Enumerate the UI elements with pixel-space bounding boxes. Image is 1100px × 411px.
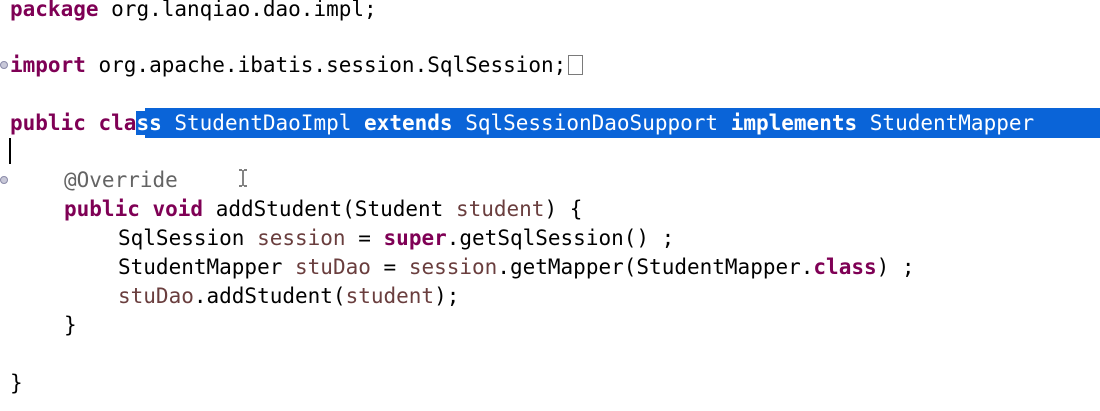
method-name: addStudent(Student xyxy=(203,197,456,221)
keyword-import: import xyxy=(10,53,86,77)
collapsed-imports-icon[interactable] xyxy=(568,55,584,75)
variable-session-ref: session xyxy=(408,255,498,279)
keyword-class: class xyxy=(813,255,877,279)
code-line-method-signature[interactable]: public void addStudent(Student student) … xyxy=(64,195,582,223)
text-caret xyxy=(9,138,11,164)
selected-interface: StudentMapper xyxy=(857,111,1035,135)
code-line-import[interactable]: import org.apache.ibatis.session.SqlSess… xyxy=(10,51,584,79)
code-line-session[interactable]: SqlSession session = super.getSqlSession… xyxy=(118,224,674,252)
closing-brace: } xyxy=(64,313,77,337)
keyword-class-partial: cla xyxy=(85,111,137,135)
code-line-class-declaration[interactable]: public class StudentDaoImpl extends SqlS… xyxy=(10,109,1035,137)
selected-keyword-implements: implements xyxy=(730,111,858,135)
assign-op: = xyxy=(370,255,409,279)
argument-student: student xyxy=(345,284,435,308)
assign-op: = xyxy=(345,226,384,250)
import-path: org.apache.ibatis.session.SqlSession; xyxy=(85,53,567,77)
ibeam-cursor-icon xyxy=(238,169,248,187)
parameter-name: student xyxy=(455,197,545,221)
call-end: ) ; xyxy=(876,255,915,279)
code-line-package[interactable]: package org.lanqiao.dao.impl; xyxy=(10,0,377,23)
fold-marker-icon[interactable] xyxy=(0,61,8,69)
call-getmapper: .getMapper(StudentMapper. xyxy=(497,255,814,279)
keyword-super: super xyxy=(383,226,447,250)
code-line-method-close[interactable]: } xyxy=(64,311,77,339)
variable-session: session xyxy=(257,226,346,250)
selected-keyword-class-tail: ss xyxy=(136,111,162,135)
variable-studao: stuDao xyxy=(295,255,371,279)
call-end: ); xyxy=(434,284,460,308)
selected-superclass: SqlSessionDaoSupport xyxy=(452,111,731,135)
type-sqlsession: SqlSession xyxy=(118,226,258,250)
variable-studao-ref: stuDao xyxy=(118,284,194,308)
code-line-mapper[interactable]: StudentMapper stuDao = session.getMapper… xyxy=(118,253,915,281)
keyword-void: void xyxy=(139,197,204,221)
code-editor[interactable]: package org.lanqiao.dao.impl; import org… xyxy=(0,0,1100,411)
keyword-public: public xyxy=(10,111,86,135)
keyword-public: public xyxy=(64,197,140,221)
selected-class-name: StudentDaoImpl xyxy=(161,111,365,135)
annotation-override: @Override xyxy=(64,168,178,192)
package-name: org.lanqiao.dao.impl; xyxy=(98,0,377,21)
code-line-annotation[interactable]: @Override xyxy=(64,166,178,194)
code-line-class-close[interactable]: } xyxy=(10,369,23,397)
selected-keyword-extends: extends xyxy=(364,111,453,135)
method-open: ) { xyxy=(544,197,583,221)
code-line-add-student[interactable]: stuDao.addStudent(student); xyxy=(118,282,459,310)
call-addstudent: .addStudent( xyxy=(193,284,346,308)
call-getsqlsession: .getSqlSession() ; xyxy=(446,226,675,250)
fold-marker-icon[interactable] xyxy=(0,176,8,184)
type-studentmapper: StudentMapper xyxy=(118,255,296,279)
keyword-package: package xyxy=(10,0,99,21)
closing-brace: } xyxy=(10,371,23,395)
